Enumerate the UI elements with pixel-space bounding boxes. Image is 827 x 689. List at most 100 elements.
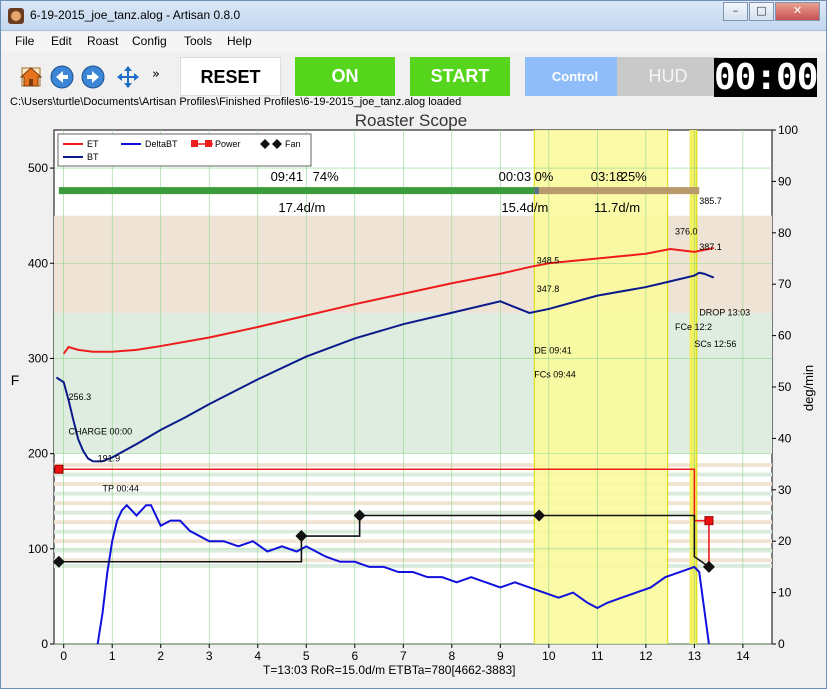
- y-tick-label: 200: [28, 447, 48, 461]
- x-tick-label: 7: [400, 649, 407, 663]
- x-tick-label: 1: [109, 649, 116, 663]
- x-tick-label: 0: [60, 649, 67, 663]
- legend-label: Fan: [285, 139, 301, 149]
- menu-file[interactable]: File: [15, 34, 34, 48]
- phase-time-label: 00:03: [499, 169, 532, 184]
- maximize-button[interactable]: □: [749, 2, 774, 21]
- on-button[interactable]: ON: [295, 57, 395, 96]
- loaded-file-path: C:\Users\turtle\Documents\Artisan Profil…: [10, 96, 462, 108]
- artisan-logo-icon: [8, 8, 24, 24]
- phase-percent-label: 0%: [535, 169, 554, 184]
- reset-button[interactable]: RESET: [180, 57, 281, 96]
- y2-tick-label: 0: [778, 637, 785, 651]
- event-annotation: 256.3: [69, 392, 92, 402]
- phase-rate-label: 15.4d/m: [501, 200, 548, 215]
- window-title: 6-19-2015_joe_tanz.alog - Artisan 0.8.0: [30, 8, 241, 22]
- x-tick-label: 4: [254, 649, 261, 663]
- y2-tick-label: 90: [778, 174, 792, 188]
- menu-tools[interactable]: Tools: [184, 34, 212, 48]
- menu-help[interactable]: Help: [227, 34, 252, 48]
- phase-time-label: 09:41: [271, 169, 304, 184]
- forward-arrow-icon[interactable]: [81, 65, 105, 89]
- legend-label: BT: [87, 152, 99, 162]
- event-annotation: FCe 12:2: [675, 322, 712, 332]
- legend-power-marker: [205, 140, 212, 147]
- event-annotation: DROP 13:03: [699, 308, 750, 318]
- chart-title: Roaster Scope: [355, 111, 467, 130]
- legend-label: Power: [215, 139, 241, 149]
- y2-tick-label: 70: [778, 277, 792, 291]
- y-tick-label: 400: [28, 256, 48, 270]
- y-tick-label: 100: [28, 542, 48, 556]
- app-window: 6-19-2015_joe_tanz.alog - Artisan 0.8.0 …: [0, 0, 827, 689]
- control-button[interactable]: Control: [525, 57, 625, 96]
- y2-axis-label: deg/min: [801, 365, 816, 411]
- event-annotation: 376.0: [675, 227, 698, 237]
- y2-tick-label: 20: [778, 534, 792, 548]
- menu-edit[interactable]: Edit: [51, 34, 72, 48]
- event-annotation: FCs 09:44: [534, 369, 576, 379]
- status-readout: T=13:03 RoR=15.0d/m ETBTa=780[4662-3883]: [263, 663, 516, 677]
- event-annotation: TP 00:44: [103, 484, 139, 494]
- title-bar[interactable]: 6-19-2015_joe_tanz.alog - Artisan 0.8.0 …: [1, 1, 826, 31]
- x-tick-label: 2: [157, 649, 164, 663]
- event-annotation: 191.9: [98, 453, 121, 463]
- phase-bar-segment: [534, 187, 540, 195]
- phase-percent-label: 74%: [313, 169, 339, 184]
- y2-tick-label: 10: [778, 586, 792, 600]
- x-tick-label: 11: [591, 649, 604, 663]
- y-axis-label: F: [11, 372, 20, 388]
- back-arrow-icon[interactable]: [50, 65, 74, 89]
- power-marker: [54, 464, 64, 474]
- phase-percent-label: 25%: [621, 169, 647, 184]
- roaster-scope-chart[interactable]: Roaster Scope 09:41 74% 17.4d/m 00:03 0% 15.4…: [1, 109, 827, 665]
- start-button[interactable]: START: [410, 57, 510, 96]
- x-tick-label: 3: [206, 649, 213, 663]
- home-icon[interactable]: [19, 65, 43, 89]
- event-annotation: 348.5: [537, 255, 560, 265]
- minimize-button[interactable]: –: [723, 2, 748, 21]
- phase-time-label: 03:18: [591, 169, 624, 184]
- toolbar-more-button[interactable]: »: [152, 67, 160, 82]
- y2-tick-label: 80: [778, 226, 792, 240]
- plot-area: 09:41 74% 17.4d/m 00:03 0% 15.4d/m 03:1825% 11.…: [28, 123, 798, 663]
- y2-tick-label: 100: [778, 123, 798, 137]
- close-button[interactable]: ✕: [775, 2, 820, 21]
- hud-button[interactable]: HUD: [617, 57, 719, 96]
- x-tick-label: 13: [688, 649, 702, 663]
- pan-arrows-icon[interactable]: [116, 65, 140, 89]
- y-tick-label: 0: [41, 637, 48, 651]
- menu-bar: File Edit Roast Config Tools Help: [1, 32, 826, 52]
- toolbar: » RESET ON START Control HUD 00:00: [1, 53, 826, 99]
- legend-label: DeltaBT: [145, 139, 178, 149]
- y2-tick-label: 60: [778, 329, 792, 343]
- phase-rate-label: 11.7d/m: [594, 200, 640, 215]
- y2-tick-label: 30: [778, 483, 792, 497]
- y-tick-label: 500: [28, 161, 48, 175]
- event-annotation: CHARGE 00:00: [69, 427, 133, 437]
- x-tick-label: 10: [542, 649, 556, 663]
- event-annotation: 387.1: [699, 242, 722, 252]
- menu-config[interactable]: Config: [132, 34, 167, 48]
- menu-roast[interactable]: Roast: [87, 34, 118, 48]
- event-annotation: DE 09:41: [534, 346, 572, 356]
- event-annotation: 347.8: [537, 284, 560, 294]
- x-tick-label: 6: [351, 649, 358, 663]
- x-tick-label: 5: [303, 649, 310, 663]
- timer-display: 00:00: [714, 57, 818, 98]
- x-tick-label: 12: [639, 649, 653, 663]
- chart-legend: ET BT DeltaBT Power Fan: [57, 133, 312, 167]
- x-tick-label: 8: [448, 649, 455, 663]
- legend-power-marker: [191, 140, 198, 147]
- y-tick-label: 300: [28, 351, 48, 365]
- event-annotation: 385.7: [699, 196, 722, 206]
- phase-rate-label: 17.4d/m: [278, 200, 325, 215]
- y2-tick-label: 40: [778, 431, 792, 445]
- x-tick-label: 9: [497, 649, 504, 663]
- power-marker: [704, 516, 714, 526]
- phase-bar-segment: [539, 187, 700, 195]
- x-tick-label: 14: [736, 649, 750, 663]
- phase-bar-segment: [58, 187, 535, 195]
- legend-label: ET: [87, 139, 99, 149]
- event-annotation: SCs 12:56: [694, 339, 736, 349]
